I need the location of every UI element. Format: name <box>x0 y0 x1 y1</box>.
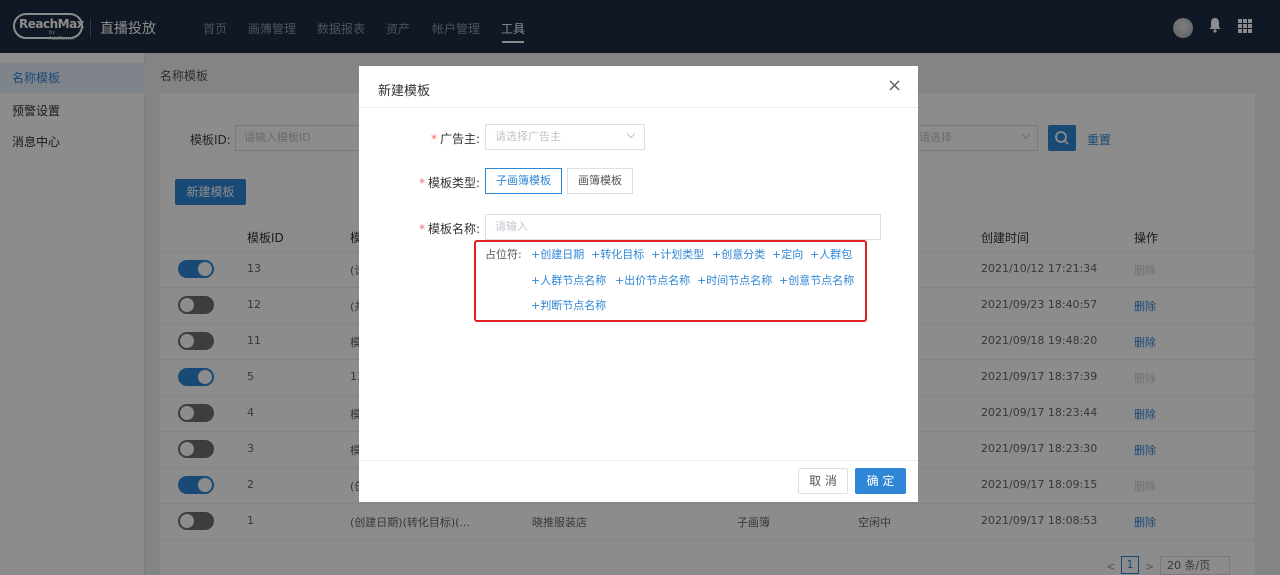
highlight-box <box>474 240 867 322</box>
advertiser-select[interactable]: 请选择广告主 <box>485 124 645 150</box>
dialog-footer-divider <box>359 460 918 461</box>
template-name-input[interactable]: 请输入 <box>485 214 881 240</box>
dialog-title: 新建模板 <box>378 84 431 99</box>
dialog-header-divider <box>359 107 918 108</box>
type-option-album[interactable]: 画簿模板 <box>567 168 633 194</box>
type-option-sub-album[interactable]: 子画簿模板 <box>485 168 562 194</box>
advertiser-label: * 广告主: <box>430 132 480 146</box>
template-type-label: * 模板类型: <box>418 176 480 190</box>
confirm-button[interactable]: 确 定 <box>855 468 906 494</box>
advertiser-placeholder: 请选择广告主 <box>495 130 561 143</box>
close-icon[interactable]: × <box>887 76 902 96</box>
new-template-dialog: 新建模板 × * 广告主: 请选择广告主 * 模板类型: 子画簿模板 画簿模板 * 模… <box>359 66 918 502</box>
chevron-down-icon <box>626 129 636 139</box>
cancel-button[interactable]: 取 消 <box>798 468 848 494</box>
template-name-label: * 模板名称: <box>418 222 480 236</box>
